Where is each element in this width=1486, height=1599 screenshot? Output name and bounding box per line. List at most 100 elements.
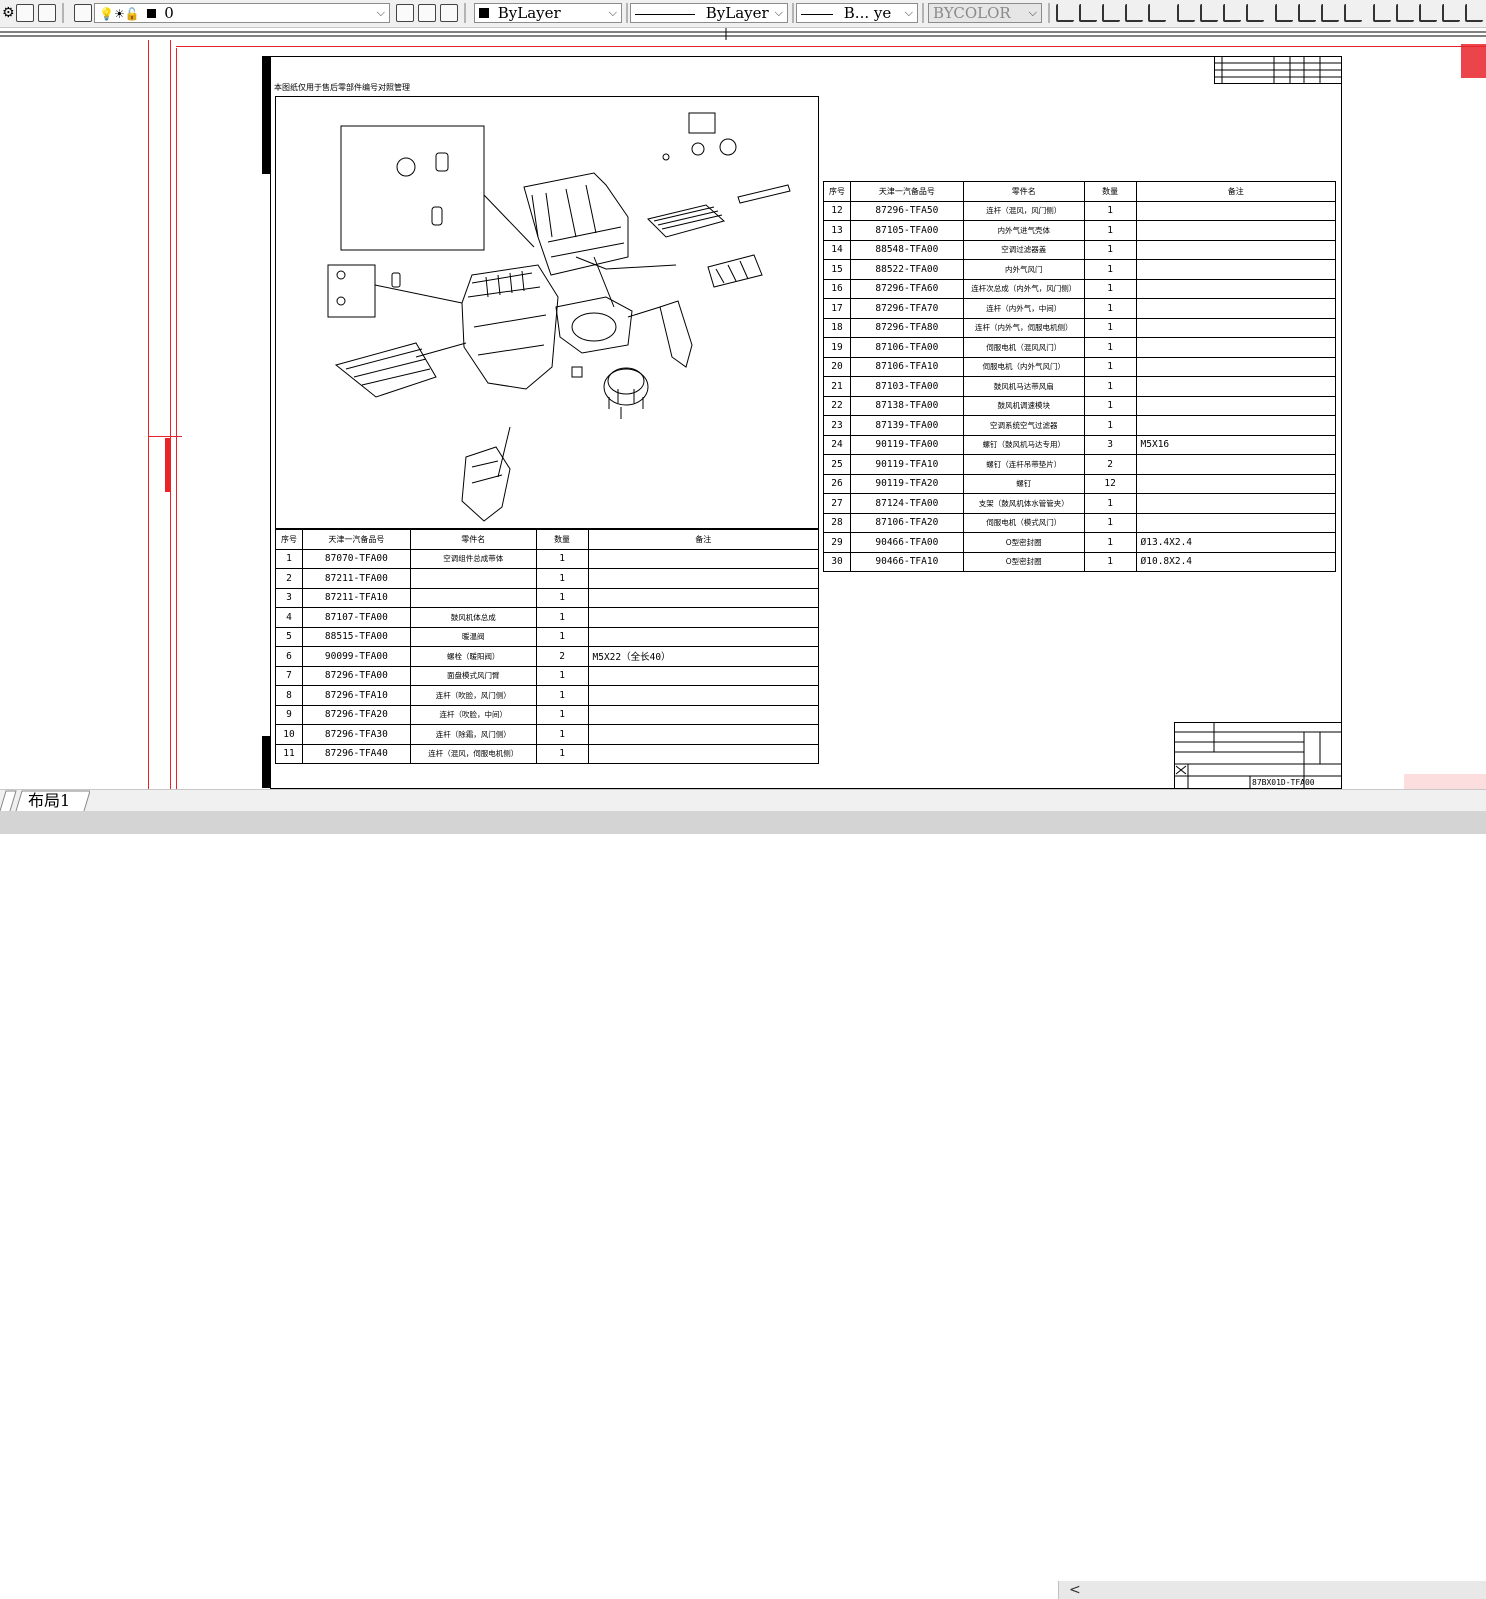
color-label: ByLayer (497, 4, 561, 22)
aligned-dim-icon[interactable] (1079, 4, 1097, 22)
bom-cell-qty: 1 (535, 685, 589, 706)
bom-cell-qty: 1 (1083, 356, 1137, 377)
chevron-down-icon[interactable]: ⌵ (377, 4, 385, 22)
make-current-icon[interactable] (396, 4, 414, 22)
center-mark-icon[interactable] (1396, 4, 1414, 22)
bom-cell-qty: 1 (1083, 259, 1137, 280)
dim-break-icon[interactable] (1344, 4, 1362, 22)
bom-cell-partno: 87139-TFA00 (849, 415, 964, 436)
baseline-dim-icon[interactable] (1275, 4, 1293, 22)
bom-cell-qty: 1 (1083, 200, 1137, 221)
chevron-down-icon[interactable]: ⌵ (905, 4, 913, 22)
bom-cell-remark (1135, 337, 1337, 358)
jogged-linear-icon[interactable] (1442, 4, 1460, 22)
bom-cell-name: 面盘模式风门臂 (409, 665, 537, 686)
table-row: 7 87296-TFA00 面盘模式风门臂 1 (275, 665, 819, 686)
color-dropdown[interactable]: ByLayer ⌵ (474, 3, 622, 23)
bom-cell-qty: 1 (1083, 298, 1137, 319)
lineweight-dropdown[interactable]: B... ye ⌵ (796, 3, 918, 23)
inspection-icon[interactable] (1419, 4, 1437, 22)
layer-previous-icon[interactable] (440, 4, 458, 22)
bom-header-row: 序号 天津一汽备品号 零件名 数量 备注 (275, 529, 819, 550)
linetype-dropdown[interactable]: ByLayer ⌵ (630, 3, 788, 23)
bom-cell-qty: 1 (1083, 395, 1137, 416)
bom-cell-qty: 1 (535, 743, 589, 764)
bom-cell-name: 鼓风机调速模块 (962, 395, 1085, 416)
dim-edit-icon[interactable] (1465, 4, 1483, 22)
table-row: 30 90466-TFA10 O型密封圈 1 Ø10.8X2.4 (823, 551, 1337, 572)
bom-cell-name: O型密封圈 (962, 532, 1085, 553)
layer-states-icon[interactable] (38, 4, 56, 22)
quick-dim-icon[interactable] (1246, 4, 1264, 22)
vertical-text-strip (262, 56, 270, 174)
frame-line (176, 48, 177, 789)
bom-cell-qty: 1 (1083, 376, 1137, 397)
bom-cell-name: 支架（鼓风机体水管管夹） (962, 493, 1085, 514)
bom-cell-name: 连杆（混风，伺服电机侧） (409, 743, 537, 764)
bom-cell-partno: 87296-TFA30 (301, 724, 411, 745)
bom-cell-name: 连杆（混风，风门侧） (962, 200, 1085, 221)
bom-cell-partno: 87106-TFA00 (849, 337, 964, 358)
layer-properties-icon[interactable] (74, 4, 92, 22)
linear-dim-icon[interactable] (1056, 4, 1074, 22)
bom-cell-no: 1 (275, 548, 303, 569)
lightbulb-icon: 💡☀🔓 (99, 7, 140, 21)
table-row: 13 87105-TFA00 内外气进气壳体 1 (823, 220, 1337, 241)
arc-length-icon[interactable] (1102, 4, 1120, 22)
diameter-dim-icon[interactable] (1200, 4, 1218, 22)
bom-cell-name: 螺栓（暖阳阀） (409, 646, 537, 667)
bom-cell-no: 6 (275, 646, 303, 667)
table-row: 4 87107-TFA00 鼓风机体总成 1 (275, 607, 819, 628)
bom-cell-no: 16 (823, 278, 851, 299)
bom-cell-qty: 1 (1083, 220, 1137, 241)
bom-cell-no: 24 (823, 434, 851, 455)
bom-cell-partno: 87296-TFA40 (301, 743, 411, 764)
layer-dropdown[interactable]: 💡☀🔓 0 ⌵ (94, 3, 390, 23)
table-row: 12 87296-TFA50 连杆（混风，风门侧） 1 (823, 200, 1337, 221)
chevron-down-icon[interactable]: ⌵ (775, 4, 783, 22)
bom-cell-no: 20 (823, 356, 851, 377)
table-row: 26 90119-TFA20 螺钉 12 (823, 473, 1337, 494)
layer-match-icon[interactable] (418, 4, 436, 22)
horizontal-scrollbar[interactable]: < (1058, 1581, 1486, 1599)
table-row: 24 90119-TFA00 螺钉（鼓风机马达专用） 3 M5X16 (823, 434, 1337, 455)
bom-cell-name: 空调过滤器盖 (962, 239, 1085, 260)
bom-cell-no: 3 (275, 587, 303, 608)
scroll-left-arrow-icon[interactable]: < (1069, 1581, 1081, 1599)
ordinate-dim-icon[interactable] (1125, 4, 1143, 22)
dim-space-icon[interactable] (1321, 4, 1339, 22)
red-label-block (165, 438, 171, 492)
tolerance-icon[interactable] (1373, 4, 1391, 22)
bom-cell-name: 连杆（除霜，风门侧） (409, 724, 537, 745)
plotstyle-label: BYCOLOR (933, 4, 1011, 22)
chevron-down-icon[interactable]: ⌵ (609, 4, 617, 22)
bom-cell-remark (1135, 493, 1337, 514)
bom-cell-remark (1135, 415, 1337, 436)
radius-dim-icon[interactable] (1148, 4, 1166, 22)
layer-name: 0 (164, 4, 174, 22)
bom-cell-no: 29 (823, 532, 851, 553)
red-corner-block (1404, 774, 1486, 789)
table-row: 15 88522-TFA00 内外气风门 1 (823, 259, 1337, 280)
bom-cell-remark (587, 743, 819, 764)
table-row: 27 87124-TFA00 支架（鼓风机体水管管夹） 1 (823, 493, 1337, 514)
bom-header-name: 零件名 (409, 529, 537, 550)
gear-icon[interactable] (16, 4, 34, 22)
angular-dim-icon[interactable] (1223, 4, 1241, 22)
bom-cell-name: 螺钉（连杆吊带垫片） (962, 454, 1085, 475)
continue-dim-icon[interactable] (1298, 4, 1316, 22)
bom-header-qty: 数量 (535, 529, 589, 550)
bom-cell-qty: 1 (535, 626, 589, 647)
bom-cell-no: 5 (275, 626, 303, 647)
table-row: 11 87296-TFA40 连杆（混风，伺服电机侧） 1 (275, 743, 819, 764)
table-row: 19 87106-TFA00 伺服电机（混风风门） 1 (823, 337, 1337, 358)
jogged-dim-icon[interactable] (1177, 4, 1195, 22)
bom-cell-qty: 1 (1083, 551, 1137, 572)
drawing-canvas[interactable]: 本图纸仅用于售后零部件编号对照管理 序号 天津一汽备品号 零件名 数量 备注 1… (0, 40, 1486, 789)
table-row: 2 87211-TFA00 1 (275, 568, 819, 589)
bom-cell-remark: M5X16 (1135, 434, 1337, 455)
bom-cell-no: 15 (823, 259, 851, 280)
toolbar-separator (922, 3, 924, 23)
tab-layout-1[interactable]: 布局1 (28, 791, 70, 811)
bom-cell-name: 螺钉 (962, 473, 1085, 494)
